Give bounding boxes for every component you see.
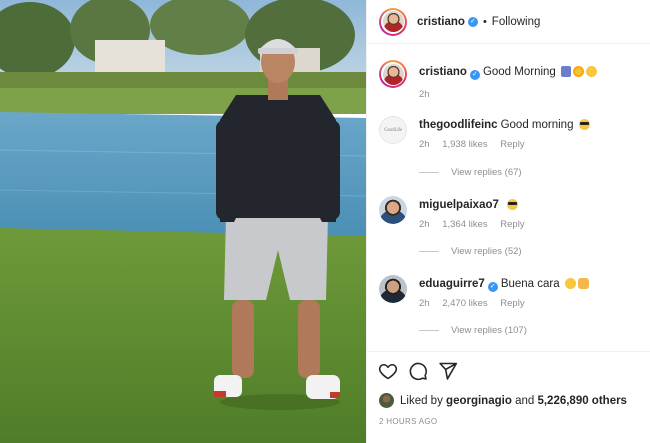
view-replies-label: View replies (107) <box>451 325 527 336</box>
caption-text: Good Morning <box>482 66 556 78</box>
comment-avatar[interactable] <box>379 275 407 303</box>
person-fencing-emoji-icon <box>561 66 572 77</box>
post-viewer: cristiano ✓ • Following cristiano ✓ Good M… <box>0 0 650 443</box>
comment-text: Good morning <box>500 119 574 131</box>
raising-hands-emoji-icon <box>577 278 589 289</box>
reply-button[interactable]: Reply <box>500 219 524 230</box>
comment-username[interactable]: eduaguirre7 <box>419 278 485 290</box>
post-photo[interactable] <box>0 0 366 443</box>
share-icon[interactable] <box>438 361 458 381</box>
comment-username[interactable]: miguelpaixao7 <box>419 199 499 211</box>
author-avatar[interactable] <box>379 7 407 36</box>
view-replies-button[interactable]: View replies (67) <box>419 167 522 178</box>
post-side-panel: cristiano ✓ • Following cristiano ✓ Good M… <box>366 0 650 443</box>
comment-likes[interactable]: 2,470 likes <box>442 298 487 309</box>
comment-time: 2h <box>419 219 430 230</box>
comment-item: GoodLife thegoodlifeinc Good morning 2h 1… <box>379 115 644 150</box>
liker-avatar[interactable] <box>379 393 394 408</box>
heart-icon[interactable] <box>378 361 398 381</box>
view-replies-label: View replies (67) <box>451 167 522 178</box>
comment-icon[interactable] <box>408 361 428 381</box>
sunglasses-emoji-icon <box>507 199 519 210</box>
view-replies-button[interactable]: View replies (107) <box>419 325 527 336</box>
author-username[interactable]: cristiano <box>417 16 465 28</box>
caption: cristiano ✓ Good Morning 2h <box>379 59 644 100</box>
smiling-face-emoji-icon <box>586 66 598 77</box>
grinning-face-emoji-icon <box>564 278 576 289</box>
comment-item: miguelpaixao7 2h 1,364 likes Reply <box>379 195 644 230</box>
header-separator: • <box>482 15 487 28</box>
caption-username[interactable]: cristiano <box>419 66 467 78</box>
comment-item: eduaguirre7 ✓ Buena cara 2h 2,470 likes Re… <box>379 274 644 309</box>
post-image <box>0 0 366 443</box>
comment-text: Buena cara <box>500 278 560 290</box>
comments-list[interactable]: cristiano ✓ Good Morning 2h GoodLife thego… <box>367 45 650 350</box>
liker-username[interactable]: georginagio <box>446 395 512 407</box>
replies-divider <box>419 330 439 331</box>
post-actions: Liked by georginagio and 5,226,890 other… <box>367 351 650 443</box>
reply-button[interactable]: Reply <box>500 139 524 150</box>
view-replies-label: View replies (52) <box>451 246 522 257</box>
verified-badge-icon: ✓ <box>467 16 478 27</box>
replies-divider <box>419 251 439 252</box>
verified-badge-icon: ✓ <box>469 70 480 80</box>
likes-count[interactable]: 5,226,890 others <box>537 395 627 407</box>
verified-badge-icon: ✓ <box>487 282 498 292</box>
post-header: cristiano ✓ • Following <box>367 0 650 44</box>
comment-likes[interactable]: 1,938 likes <box>442 139 487 150</box>
liked-by-middle: and <box>515 394 535 407</box>
comment-avatar[interactable] <box>379 196 407 224</box>
liked-by-prefix: Liked by <box>400 394 443 407</box>
sun-emoji-icon <box>573 66 585 77</box>
sunglasses-emoji-icon <box>578 119 590 130</box>
reply-button[interactable]: Reply <box>500 298 524 309</box>
following-button[interactable]: Following <box>492 16 541 28</box>
comment-username[interactable]: thegoodlifeinc <box>419 119 498 131</box>
view-replies-button[interactable]: View replies (52) <box>419 246 522 257</box>
comment-likes[interactable]: 1,364 likes <box>442 219 487 230</box>
replies-divider <box>419 172 439 173</box>
caption-time: 2h <box>419 89 430 100</box>
likes-summary[interactable]: Liked by georginagio and 5,226,890 other… <box>379 393 627 408</box>
comment-time: 2h <box>419 298 430 309</box>
comment-avatar[interactable]: GoodLife <box>379 116 407 144</box>
post-timestamp: 2 HOURS AGO <box>379 417 438 426</box>
caption-avatar[interactable] <box>379 60 407 88</box>
comment-time: 2h <box>419 139 430 150</box>
